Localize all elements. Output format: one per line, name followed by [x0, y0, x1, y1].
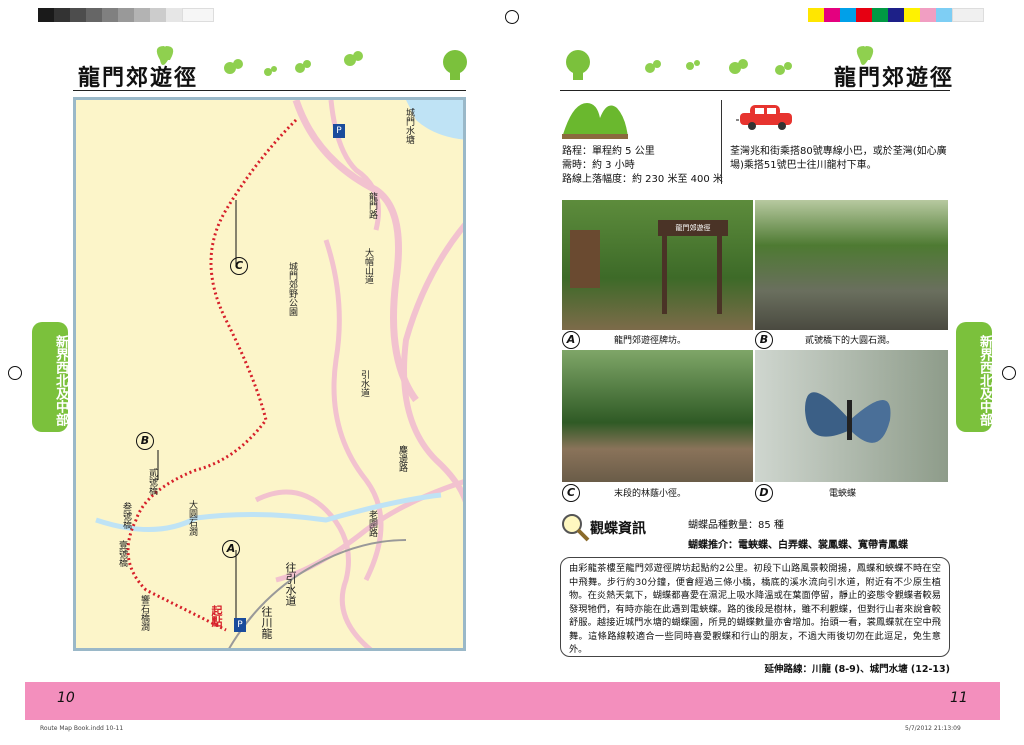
map-marker-b: B: [136, 431, 154, 450]
photo-d: [755, 350, 948, 482]
parking-icon: P: [333, 124, 345, 138]
map-label-start: 起點: [210, 605, 223, 627]
caption-a: A 龍門郊遊徑牌坊。: [562, 331, 753, 349]
info-divider: [721, 100, 722, 184]
map-label-catchwater: 引水道: [359, 370, 369, 397]
butterfly-heading: 觀蝶資訊: [590, 521, 646, 537]
title-underline: [73, 90, 466, 91]
map-label-kwun-wo-road: 麋邊路: [397, 445, 407, 472]
route-distance: 路程：單程約 5 公里: [562, 146, 655, 157]
route-map: C B A P P 城門水塘 龍門路 城門郊野公園 大帽山道 引水道 麋邊路 老…: [73, 97, 466, 651]
transport-info: 荃灣兆和街乘搭80號專線小巴，或於荃灣(如心廣場)乘搭51號巴士往川龍村下車。: [730, 146, 947, 171]
map-marker-a: A: [222, 539, 240, 558]
caption-c-text: 末段的林蔭小徑。: [614, 488, 687, 499]
footer-bar: [25, 682, 1000, 720]
title-underline: [560, 90, 950, 91]
caption-d: D 電蛺蝶: [755, 484, 948, 502]
photo-a-sign: 龍門郊遊徑: [658, 220, 728, 236]
right-page-title: 龍門郊遊徑: [834, 66, 955, 91]
map-label-country-park: 城門郊野公園: [287, 262, 297, 316]
map-label-tai-mo-shan-road: 大帽山道: [363, 248, 373, 284]
page-number-right: 11: [950, 690, 968, 706]
map-graphic: [95, 100, 463, 648]
file-info-left: Route Map Book.indd 10-11: [40, 725, 124, 732]
route-duration: 需時：約 3 小時: [562, 160, 635, 171]
map-label-to-catchwater: 往引水道: [284, 562, 297, 606]
caption-b-text: 貳號橋下的大圓石澗。: [805, 335, 896, 346]
region-tab-left: 新界西北及中部: [32, 322, 68, 432]
map-label-big-rock-stream: 大圓石澗: [187, 500, 197, 536]
butterfly-photo-icon: [805, 392, 891, 443]
left-page-title: 龍門郊遊徑: [78, 66, 199, 91]
file-info-right: 5/7/2012 21:13:09: [905, 725, 961, 732]
caption-b-letter: B: [755, 331, 773, 349]
extension-routes: 延伸路線：川龍 (8-9)、城門水塘 (12-13): [764, 664, 950, 675]
map-marker-c: C: [230, 256, 248, 275]
caption-d-letter: D: [755, 484, 773, 502]
route-info: 路程：單程約 5 公里 需時：約 3 小時 路線上落幅度：約 230 米至 40…: [562, 145, 723, 187]
caption-c: C 末段的林蔭小徑。: [562, 484, 753, 502]
photo-b: [755, 200, 948, 330]
map-label-lo-wai-road: 老圍路: [367, 510, 377, 537]
registration-mark-icon: [8, 366, 22, 380]
region-tab-right: 新界西北及中部: [956, 322, 992, 432]
route-description: 由彩龍茶樓至龍門郊遊徑牌坊起點約2公里。初段下山路風景較開揚，鳳蝶和蛺蝶不時在空…: [560, 557, 950, 657]
caption-a-text: 龍門郊遊徑牌坊。: [614, 335, 687, 346]
parking-icon: P: [234, 618, 246, 632]
caption-d-text: 電蛺蝶: [829, 488, 857, 499]
magnifier-icon: [562, 514, 590, 542]
mountain-icon: [562, 103, 628, 139]
car-icon: [736, 105, 792, 130]
route-elevation: 路線上落幅度：約 230 米至 400 米: [562, 174, 723, 185]
butterfly-recommend: 蝴蝶推介：電蛺蝶、白弄蝶、裳鳳蝶、寬帶青鳳蝶: [688, 540, 908, 551]
photo-c: [562, 350, 753, 482]
map-label-lung-mun-road: 龍門路: [367, 192, 377, 219]
caption-b: B 貳號橋下的大圓石澗。: [755, 331, 948, 349]
map-label-bridge-1: 壹號橋: [117, 540, 127, 567]
butterfly-decoration-icon: [156, 46, 467, 80]
butterfly-count: 蝴蝶品種數量：85 種: [688, 520, 784, 531]
registration-mark-icon: [505, 10, 519, 24]
map-label-ore-rock-stream: 響石橋澗: [139, 595, 149, 631]
map-label-bridge-2: 貳號橋: [147, 468, 157, 495]
page-number-left: 10: [57, 690, 75, 706]
registration-mark-icon: [1002, 366, 1016, 380]
map-label-bridge-3: 叁號橋: [121, 502, 131, 529]
map-label-to-chuen-lung: 往川龍: [260, 606, 273, 639]
caption-c-letter: C: [562, 484, 580, 502]
caption-a-letter: A: [562, 331, 580, 349]
photo-a: 龍門郊遊徑: [562, 200, 753, 330]
map-label-reservoir: 城門水塘: [404, 108, 414, 144]
